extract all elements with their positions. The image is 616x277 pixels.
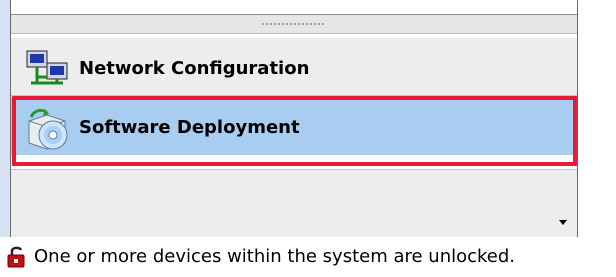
network-configuration-label: Network Configuration [79, 58, 310, 79]
tree-area [11, 0, 577, 15]
chevron-down-icon[interactable] [559, 220, 567, 225]
network-configuration-icon [26, 50, 68, 85]
selection-highlight [12, 96, 577, 166]
status-message: One or more devices within the system ar… [34, 246, 516, 267]
left-panel-strip [0, 0, 10, 277]
status-bar: One or more devices within the system ar… [0, 237, 616, 277]
unlocked-lock-icon [7, 246, 25, 268]
network-configuration-button[interactable]: Network Configuration [11, 38, 577, 96]
splitter-grip[interactable] [261, 23, 325, 25]
app-window: Network Configuration Software Deploymen… [0, 0, 616, 277]
overflow-menu-bar[interactable] [11, 169, 577, 237]
panel-splitter[interactable] [11, 15, 577, 34]
